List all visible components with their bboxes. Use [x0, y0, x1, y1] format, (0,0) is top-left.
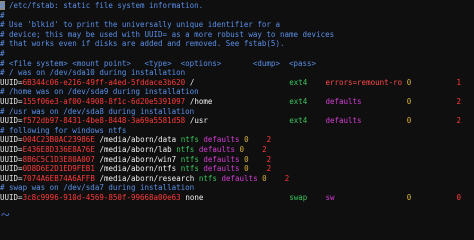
mount-point: / [189, 77, 195, 87]
dump-value: 0 [406, 77, 412, 87]
uuid-key: UUID= [0, 77, 23, 87]
uuid-key: UUID= [0, 173, 23, 183]
comment-line[interactable]: # /usr was on /dev/sda8 during installat… [0, 107, 474, 117]
comment-text: # following for windows ntfs [0, 125, 127, 135]
comment-text: # <file system> <mount point> <type> <op… [0, 58, 317, 68]
comment-text: # that works even if disks are added and… [0, 39, 285, 49]
fs-type: ext4 [289, 96, 308, 106]
dump-value: 0 [406, 192, 412, 202]
uuid-key: UUID= [0, 96, 23, 106]
comment-line[interactable]: # [0, 49, 474, 59]
mount-point: /home [189, 96, 213, 106]
comment-text: # swap was on /dev/sda7 during installat… [0, 183, 195, 193]
pass-value: 2 [266, 164, 272, 174]
fs-type: ntfs [180, 164, 199, 174]
pass-value: 2 [456, 96, 462, 106]
comment-text: # [0, 10, 5, 20]
fs-type: swap [289, 192, 308, 202]
dump-value: 0 [262, 173, 267, 183]
pass-value: 2 [456, 116, 462, 126]
dump-value: 0 [244, 164, 249, 174]
dump-value: 0 [406, 116, 412, 126]
dump-value: 0 [244, 135, 249, 145]
fstab-entry-line[interactable]: UUID= 0D8D6E2D1ED9FEB1/media/aborn/ntfs nt… [0, 164, 474, 174]
fs-type: ext4 [289, 116, 308, 126]
uuid-key: UUID= [0, 192, 23, 202]
uuid-value: 8B6C5C1D3E80A007 [22, 154, 95, 164]
mount-options: defaults [221, 173, 258, 183]
uuid-key: UUID= [0, 135, 23, 145]
uuid-value: 6B344c06-e216-49ff-a4ed-5fddace3b620 [22, 77, 186, 87]
mount-options: defaults [325, 116, 362, 126]
pass-value: 2 [284, 173, 290, 183]
fstab-entry-line[interactable]: UUID= 004C23B0AC23986E/media/aborn/data nt… [0, 135, 474, 145]
empty-line-tilde: ~ [1, 207, 10, 224]
uuid-key: UUID= [0, 154, 23, 164]
fs-type: ext4 [289, 77, 308, 87]
comment-text: # device; this may be used with UUID= as… [0, 29, 335, 39]
comment-text: # [0, 48, 5, 58]
uuid-value: 155f06e3-af00-4908-8f1c-6d20e5391097 [22, 96, 186, 106]
fstab-entry-line[interactable]: UUID= 3c8c9996-910d-4569-850f-99668a00e63… [0, 193, 474, 203]
comment-line[interactable]: # <file system> <mount point> <type> <op… [0, 59, 474, 69]
fs-type: ntfs [198, 173, 217, 183]
uuid-value: f572db97-8431-4be8-8448-3a69a5581d58 [22, 116, 186, 126]
comment-line[interactable]: # device; this may be used with UUID= as… [0, 30, 474, 40]
mount-point: /usr [189, 116, 208, 126]
pass-value: 2 [266, 154, 272, 164]
comment-text: # / was on /dev/sda10 during installatio… [0, 68, 186, 78]
fstab-entry-line[interactable]: UUID= 155f06e3-af00-4908-8f1c-6d20e539109… [0, 97, 474, 107]
comment-line[interactable]: # swap was on /dev/sda7 during installat… [0, 183, 474, 193]
mount-point: /media/aborn/lab [99, 144, 172, 154]
fstab-entry-line[interactable]: UUID= 6B344c06-e216-49ff-a4ed-5fddace3b62… [0, 78, 474, 88]
mount-point: none [185, 192, 204, 202]
fstab-entry-line[interactable]: UUID= E436E8D336E8A76E/media/aborn/lab ntf… [0, 145, 474, 155]
comment-line[interactable]: # following for windows ntfs [0, 126, 474, 136]
comment-line[interactable]: # /home was on /dev/sda9 during installa… [0, 87, 474, 97]
mount-options: defaults [203, 135, 240, 145]
comment-line[interactable]: # [0, 11, 474, 21]
uuid-value: E436E8D336E8A76E [22, 144, 95, 154]
mount-options: defaults [325, 96, 362, 106]
uuid-key: UUID= [0, 144, 23, 154]
mount-point: /media/aborn/win7 [99, 154, 177, 164]
mount-point: /media/aborn/ntfs [99, 164, 177, 174]
mount-point: /media/aborn/research [99, 173, 195, 183]
pass-value: 0 [456, 192, 462, 202]
comment-line[interactable]: # Use 'blkid' to print the universally u… [0, 20, 474, 30]
comment-text: # Use 'blkid' to print the universally u… [0, 20, 280, 30]
dump-value: 0 [244, 154, 249, 164]
pass-value: 2 [266, 135, 272, 145]
comment-text: # /etc/fstab: static file system informa… [0, 1, 204, 10]
mount-options: defaults [203, 164, 240, 174]
pass-value: 2 [262, 144, 267, 154]
pass-value: 1 [456, 77, 462, 87]
uuid-value: 3c8c9996-910d-4569-850f-99668a00e63 [22, 192, 181, 202]
fs-type: ntfs [180, 135, 199, 145]
mount-options: defaults [203, 154, 240, 164]
uuid-key: UUID= [0, 116, 23, 126]
mount-options: sw [325, 192, 335, 202]
mount-point: /media/aborn/data [99, 135, 177, 145]
uuid-value: 004C23B0AC23986E [22, 135, 95, 145]
comment-text: # /home was on /dev/sda9 during installa… [0, 87, 199, 97]
fs-type: ntfs [176, 144, 195, 154]
comment-line[interactable]: # that works even if disks are added and… [0, 39, 474, 49]
terminal-window[interactable]: # /etc/fstab: static file system informa… [0, 0, 474, 219]
comment-line[interactable]: # / was on /dev/sda10 during installatio… [0, 68, 474, 78]
uuid-key: UUID= [0, 164, 23, 174]
uuid-value: 0D8D6E2D1ED9FEB1 [22, 164, 95, 174]
fstab-entry-line[interactable]: UUID= f572db97-8431-4be8-8448-3a69a5581d5… [0, 116, 474, 126]
comment-text: # /usr was on /dev/sda8 during installat… [0, 106, 195, 116]
fstab-entry-line[interactable]: UUID= 8B6C5C1D3E80A007/media/aborn/win7 nt… [0, 155, 474, 165]
mount-options: errors=remount-ro [325, 77, 403, 87]
dump-value: 0 [406, 96, 412, 106]
fs-type: ntfs [180, 154, 199, 164]
mount-options: defaults [198, 144, 235, 154]
dump-value: 0 [239, 144, 245, 154]
fstab-entry-line[interactable]: UUID= 7074A6EB74A6AFFB/media/aborn/resear… [0, 174, 474, 184]
uuid-value: 7074A6EB74A6AFFB [22, 173, 95, 183]
comment-line[interactable]: # /etc/fstab: static file system informa… [0, 1, 474, 11]
